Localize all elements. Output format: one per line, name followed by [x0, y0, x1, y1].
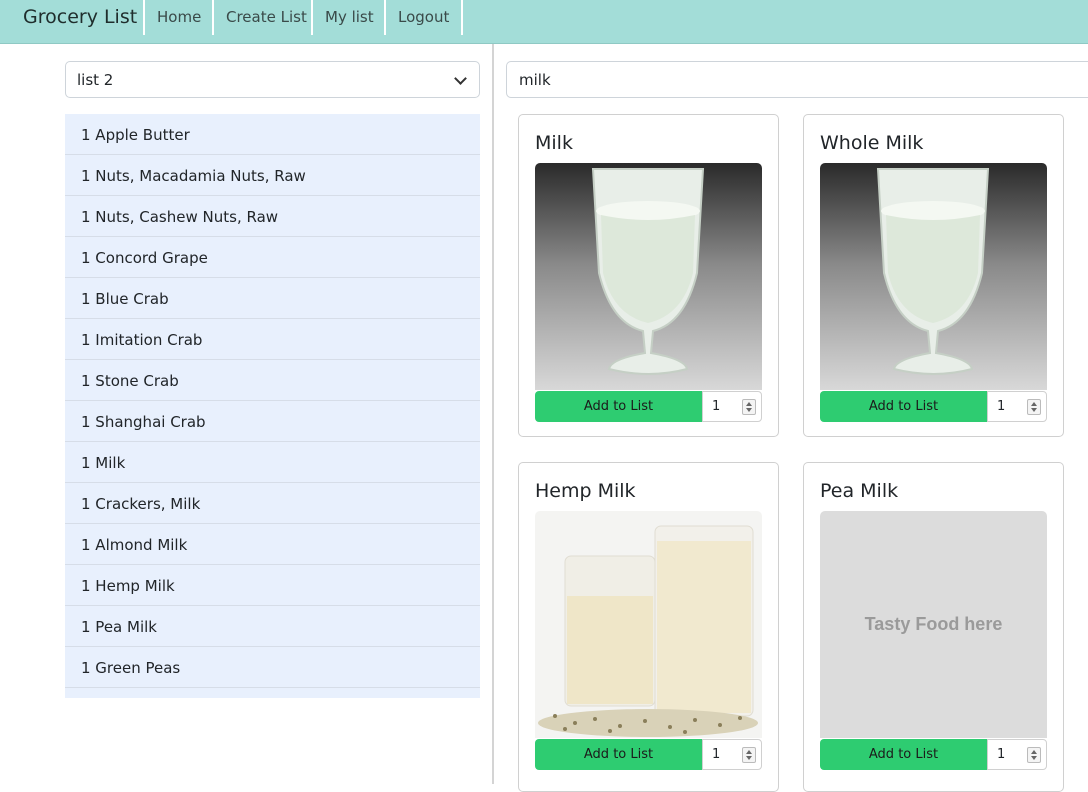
quantity-stepper[interactable]: 1 [702, 391, 762, 422]
list-item[interactable]: 1 Imitation Crab [65, 319, 480, 360]
list-item[interactable]: 1 Nuts, Macadamia Nuts, Raw [65, 155, 480, 196]
add-to-list-button[interactable]: Add to List [820, 739, 987, 770]
list-select[interactable]: list 2 [65, 61, 480, 98]
list-item[interactable]: 1 Green Peas [65, 647, 480, 688]
list-select-value: list 2 [77, 71, 114, 89]
quantity-stepper[interactable]: 1 [987, 739, 1047, 770]
quantity-value: 1 [997, 747, 1006, 762]
list-item[interactable]: 1 Hemp Milk [65, 565, 480, 606]
quantity-value: 1 [712, 399, 721, 414]
search-input-value: milk [519, 71, 551, 89]
product-card: Milk Add to List 1 [518, 114, 779, 437]
list-item[interactable]: 1 Milk [65, 442, 480, 483]
list-item[interactable]: 1 Shanghai Crab [65, 401, 480, 442]
chevron-down-icon [454, 72, 467, 85]
nav-home[interactable]: Home [143, 0, 213, 35]
quantity-stepper[interactable]: 1 [987, 391, 1047, 422]
search-input[interactable]: milk [506, 61, 1088, 98]
navbar: Grocery List Home Create List My list Lo… [0, 0, 1088, 44]
spinner-icon[interactable] [742, 747, 756, 763]
list-item[interactable]: 1 Blue Crab [65, 278, 480, 319]
panel-divider [492, 44, 494, 784]
quantity-value: 1 [712, 747, 721, 762]
product-image-placeholder: Tasty Food here [820, 511, 1047, 738]
add-to-list-button[interactable]: Add to List [535, 391, 702, 422]
quantity-value: 1 [997, 399, 1006, 414]
list-item[interactable]: 1 Apple Butter [65, 114, 480, 155]
product-card: Whole Milk Add to List 1 [803, 114, 1064, 437]
list-item[interactable]: 1 Almond Milk [65, 524, 480, 565]
nav-my-list[interactable]: My list [311, 0, 386, 35]
list-item[interactable]: 1 Pea Milk [65, 606, 480, 647]
spinner-icon[interactable] [1027, 747, 1041, 763]
product-image [535, 163, 762, 390]
grocery-list: 1 Apple Butter 1 Nuts, Macadamia Nuts, R… [65, 114, 480, 698]
spinner-icon[interactable] [1027, 399, 1041, 415]
product-title: Whole Milk [820, 132, 924, 154]
product-card: Pea Milk Tasty Food here Add to List 1 [803, 462, 1064, 792]
quantity-stepper[interactable]: 1 [702, 739, 762, 770]
product-title: Milk [535, 132, 573, 154]
product-title: Hemp Milk [535, 480, 636, 502]
placeholder-text: Tasty Food here [864, 614, 1003, 634]
add-to-list-button[interactable]: Add to List [535, 739, 702, 770]
nav-logout[interactable]: Logout [384, 0, 464, 35]
spinner-icon[interactable] [742, 399, 756, 415]
list-item[interactable]: 1 Nuts, Cashew Nuts, Raw [65, 196, 480, 237]
list-item[interactable]: 1 Stone Crab [65, 360, 480, 401]
nav-create-list[interactable]: Create List [212, 0, 319, 35]
product-image [535, 511, 762, 738]
list-item[interactable]: 1 Crackers, Milk [65, 483, 480, 524]
brand-title[interactable]: Grocery List [23, 6, 137, 28]
add-to-list-button[interactable]: Add to List [820, 391, 987, 422]
product-card: Hemp Milk Add to List 1 [518, 462, 779, 792]
product-image [820, 163, 1047, 390]
product-title: Pea Milk [820, 480, 899, 502]
list-item[interactable]: 1 Concord Grape [65, 237, 480, 278]
